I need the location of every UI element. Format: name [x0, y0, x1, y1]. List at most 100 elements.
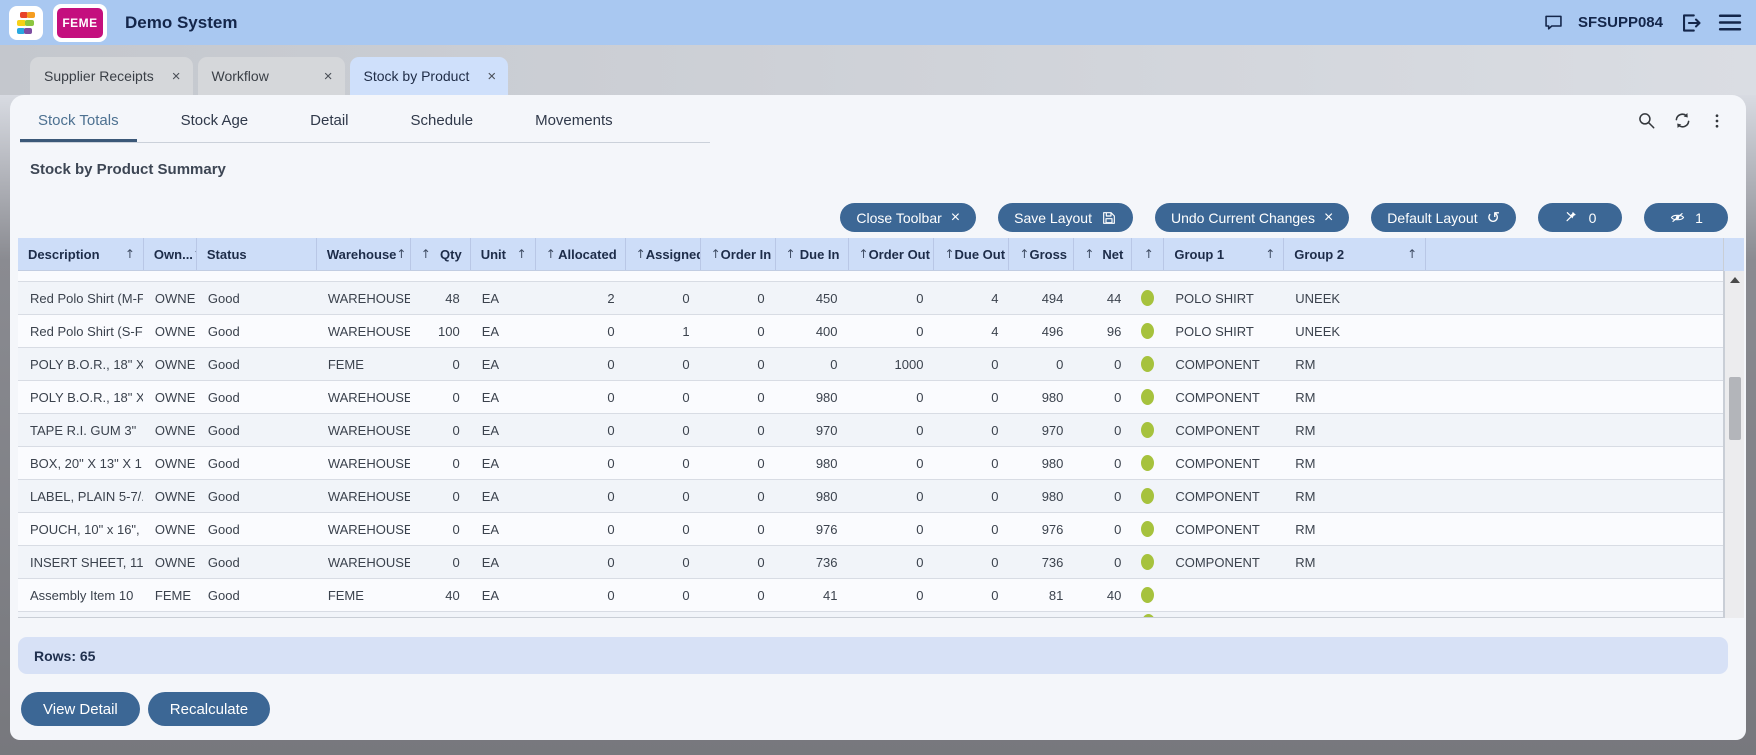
cell-dot: [1131, 513, 1163, 545]
column-header-owner[interactable]: Own...↑: [143, 238, 196, 270]
tab-workflow[interactable]: Workflow ×: [198, 57, 345, 95]
table-row[interactable]: POUCH, 10" x 16", ...OWNER1GoodWAREHOUSE…: [18, 513, 1723, 546]
table-row[interactable]: INSERT SHEET, 11I...OWNER1GoodWAREHOUSE1…: [18, 546, 1723, 579]
top-bar: FEME Demo System SFSUPP084: [0, 0, 1756, 45]
table-scrollbar: [1724, 271, 1744, 618]
logout-icon[interactable]: [1677, 10, 1703, 36]
column-header-status[interactable]: Status: [196, 238, 316, 270]
view-detail-button[interactable]: View Detail: [21, 692, 140, 726]
cell-group2: RM: [1283, 414, 1425, 446]
search-icon[interactable]: [1637, 111, 1657, 131]
column-header-net[interactable]: ↑Net: [1073, 238, 1131, 270]
close-toolbar-button[interactable]: Close Toolbar ×: [840, 203, 976, 232]
cell-filler: [1425, 348, 1723, 380]
table-row[interactable]: BOX, 20" X 13" X 1...OWNER1GoodWAREHOUSE…: [18, 447, 1723, 480]
cell-filler: [1425, 414, 1723, 446]
table-row[interactable]: Assembly Item 10FEMEGoodFEME40EA00041008…: [18, 579, 1723, 612]
tab-close-icon[interactable]: ×: [324, 68, 333, 85]
cell-warehouse: WAREHOUSE1: [316, 381, 410, 413]
clipped-row-bottom[interactable]: [18, 612, 1723, 618]
column-header-warehouse[interactable]: Warehouse↑: [316, 238, 410, 270]
cell-unit: EA: [470, 546, 535, 578]
column-header-description[interactable]: Description↑: [18, 238, 143, 270]
undo-current-changes-button[interactable]: Undo Current Changes ×: [1155, 203, 1349, 232]
subtab-stock-age[interactable]: Stock Age: [163, 100, 267, 142]
cell-filler: [1425, 579, 1723, 611]
column-label: Group 1: [1174, 247, 1224, 262]
cell-due_in: 976: [775, 513, 848, 545]
cell-due_out: 0: [933, 447, 1008, 479]
column-header-group2[interactable]: Group 2↑: [1283, 238, 1425, 270]
column-header-qty[interactable]: ↑Qty: [410, 238, 470, 270]
subtab-movements[interactable]: Movements: [517, 100, 631, 142]
column-header-due_out[interactable]: ↑Due Out: [933, 238, 1008, 270]
table-row[interactable]: Red Polo Shirt (M-F)OWNER1GoodWAREHOUSE1…: [18, 282, 1723, 315]
scrollbar-thumb[interactable]: [1729, 377, 1741, 440]
cell-group1: COMPONENT: [1163, 414, 1283, 446]
column-header-group1[interactable]: Group 1↑: [1163, 238, 1283, 270]
cell-order_out: 0: [848, 381, 934, 413]
cell-gross: 494: [1008, 282, 1073, 314]
tab-supplier-receipts[interactable]: Supplier Receipts ×: [30, 57, 193, 95]
cell-order_in: 0: [700, 513, 775, 545]
kebab-menu-icon[interactable]: [1708, 111, 1726, 131]
cell-description: POLY B.O.R., 18" X ...: [18, 348, 143, 380]
cell-owner: OWNER1: [143, 315, 196, 347]
cell-unit: EA: [470, 480, 535, 512]
save-layout-button[interactable]: Save Layout: [998, 203, 1133, 232]
cell-net: 0: [1073, 546, 1131, 578]
cell-unit: EA: [470, 513, 535, 545]
table-row[interactable]: TAPE R.I. GUM 3"OWNER1GoodWAREHOUSE10EA0…: [18, 414, 1723, 447]
cell-group2: [1283, 579, 1425, 611]
status-dot-icon: [1141, 356, 1154, 372]
column-header-gross[interactable]: ↑Gross: [1008, 238, 1073, 270]
cell-allocated: 0: [535, 315, 625, 347]
cell-dot: [1131, 381, 1163, 413]
scrollbar-up-icon[interactable]: [1730, 277, 1740, 283]
clipped-row-top[interactable]: [18, 271, 1723, 282]
rows-count-bar: Rows: 65: [18, 637, 1728, 674]
cell-unit: EA: [470, 381, 535, 413]
column-header-dot[interactable]: ↑: [1131, 238, 1163, 270]
column-header-unit[interactable]: Unit↑: [470, 238, 535, 270]
cell-net: 0: [1073, 513, 1131, 545]
cell-unit: EA: [470, 315, 535, 347]
table-row[interactable]: POLY B.O.R., 18" X ...OWNER1GoodFEME0EA0…: [18, 348, 1723, 381]
hamburger-menu-icon[interactable]: [1717, 10, 1742, 35]
cell-status: Good: [196, 447, 316, 479]
chat-icon[interactable]: [1543, 12, 1564, 33]
tab-close-icon[interactable]: ×: [172, 68, 181, 85]
column-header-due_in[interactable]: ↑Due In: [775, 238, 848, 270]
tab-close-icon[interactable]: ×: [487, 68, 496, 85]
status-dot-icon: [1142, 614, 1155, 618]
tab-stock-by-product[interactable]: Stock by Product ×: [350, 57, 509, 95]
table-row[interactable]: Red Polo Shirt (S-F)OWNER1GoodWAREHOUSE1…: [18, 315, 1723, 348]
column-header-assigned[interactable]: ↑Assigned: [625, 238, 700, 270]
hidden-columns-button[interactable]: 1: [1644, 203, 1728, 232]
column-header-allocated[interactable]: ↑Allocated: [535, 238, 625, 270]
recalculate-button[interactable]: Recalculate: [148, 692, 270, 726]
refresh-icon[interactable]: [1672, 110, 1693, 131]
default-layout-button[interactable]: Default Layout ↺: [1371, 203, 1516, 232]
subtab-detail[interactable]: Detail: [292, 100, 366, 142]
cell-order_in: 0: [700, 480, 775, 512]
cell-qty: 0: [410, 480, 470, 512]
cell-due_out: 0: [933, 381, 1008, 413]
cell-order_in: 0: [700, 579, 775, 611]
cell-description: POLY B.O.R., 18" X ...: [18, 381, 143, 413]
table-row[interactable]: POLY B.O.R., 18" X ...OWNER1GoodWAREHOUS…: [18, 381, 1723, 414]
pinned-columns-button[interactable]: 0: [1538, 203, 1622, 232]
cell-qty: 0: [410, 348, 470, 380]
app-title: Demo System: [125, 13, 237, 33]
column-header-order_out[interactable]: ↑Order Out: [848, 238, 934, 270]
status-dot-icon: [1141, 323, 1154, 339]
table-row[interactable]: LABEL, PLAIN 5-7/...OWNER1GoodWAREHOUSE1…: [18, 480, 1723, 513]
column-header-order_in[interactable]: ↑Order In: [700, 238, 775, 270]
cell-net: 0: [1073, 381, 1131, 413]
cell-group1: COMPONENT: [1163, 546, 1283, 578]
column-label: Group 2: [1294, 247, 1344, 262]
subtab-schedule[interactable]: Schedule: [393, 100, 492, 142]
column-label: Qty: [440, 247, 462, 262]
sort-asc-icon: ↑: [1084, 247, 1094, 261]
subtab-stock-totals[interactable]: Stock Totals: [20, 100, 137, 142]
